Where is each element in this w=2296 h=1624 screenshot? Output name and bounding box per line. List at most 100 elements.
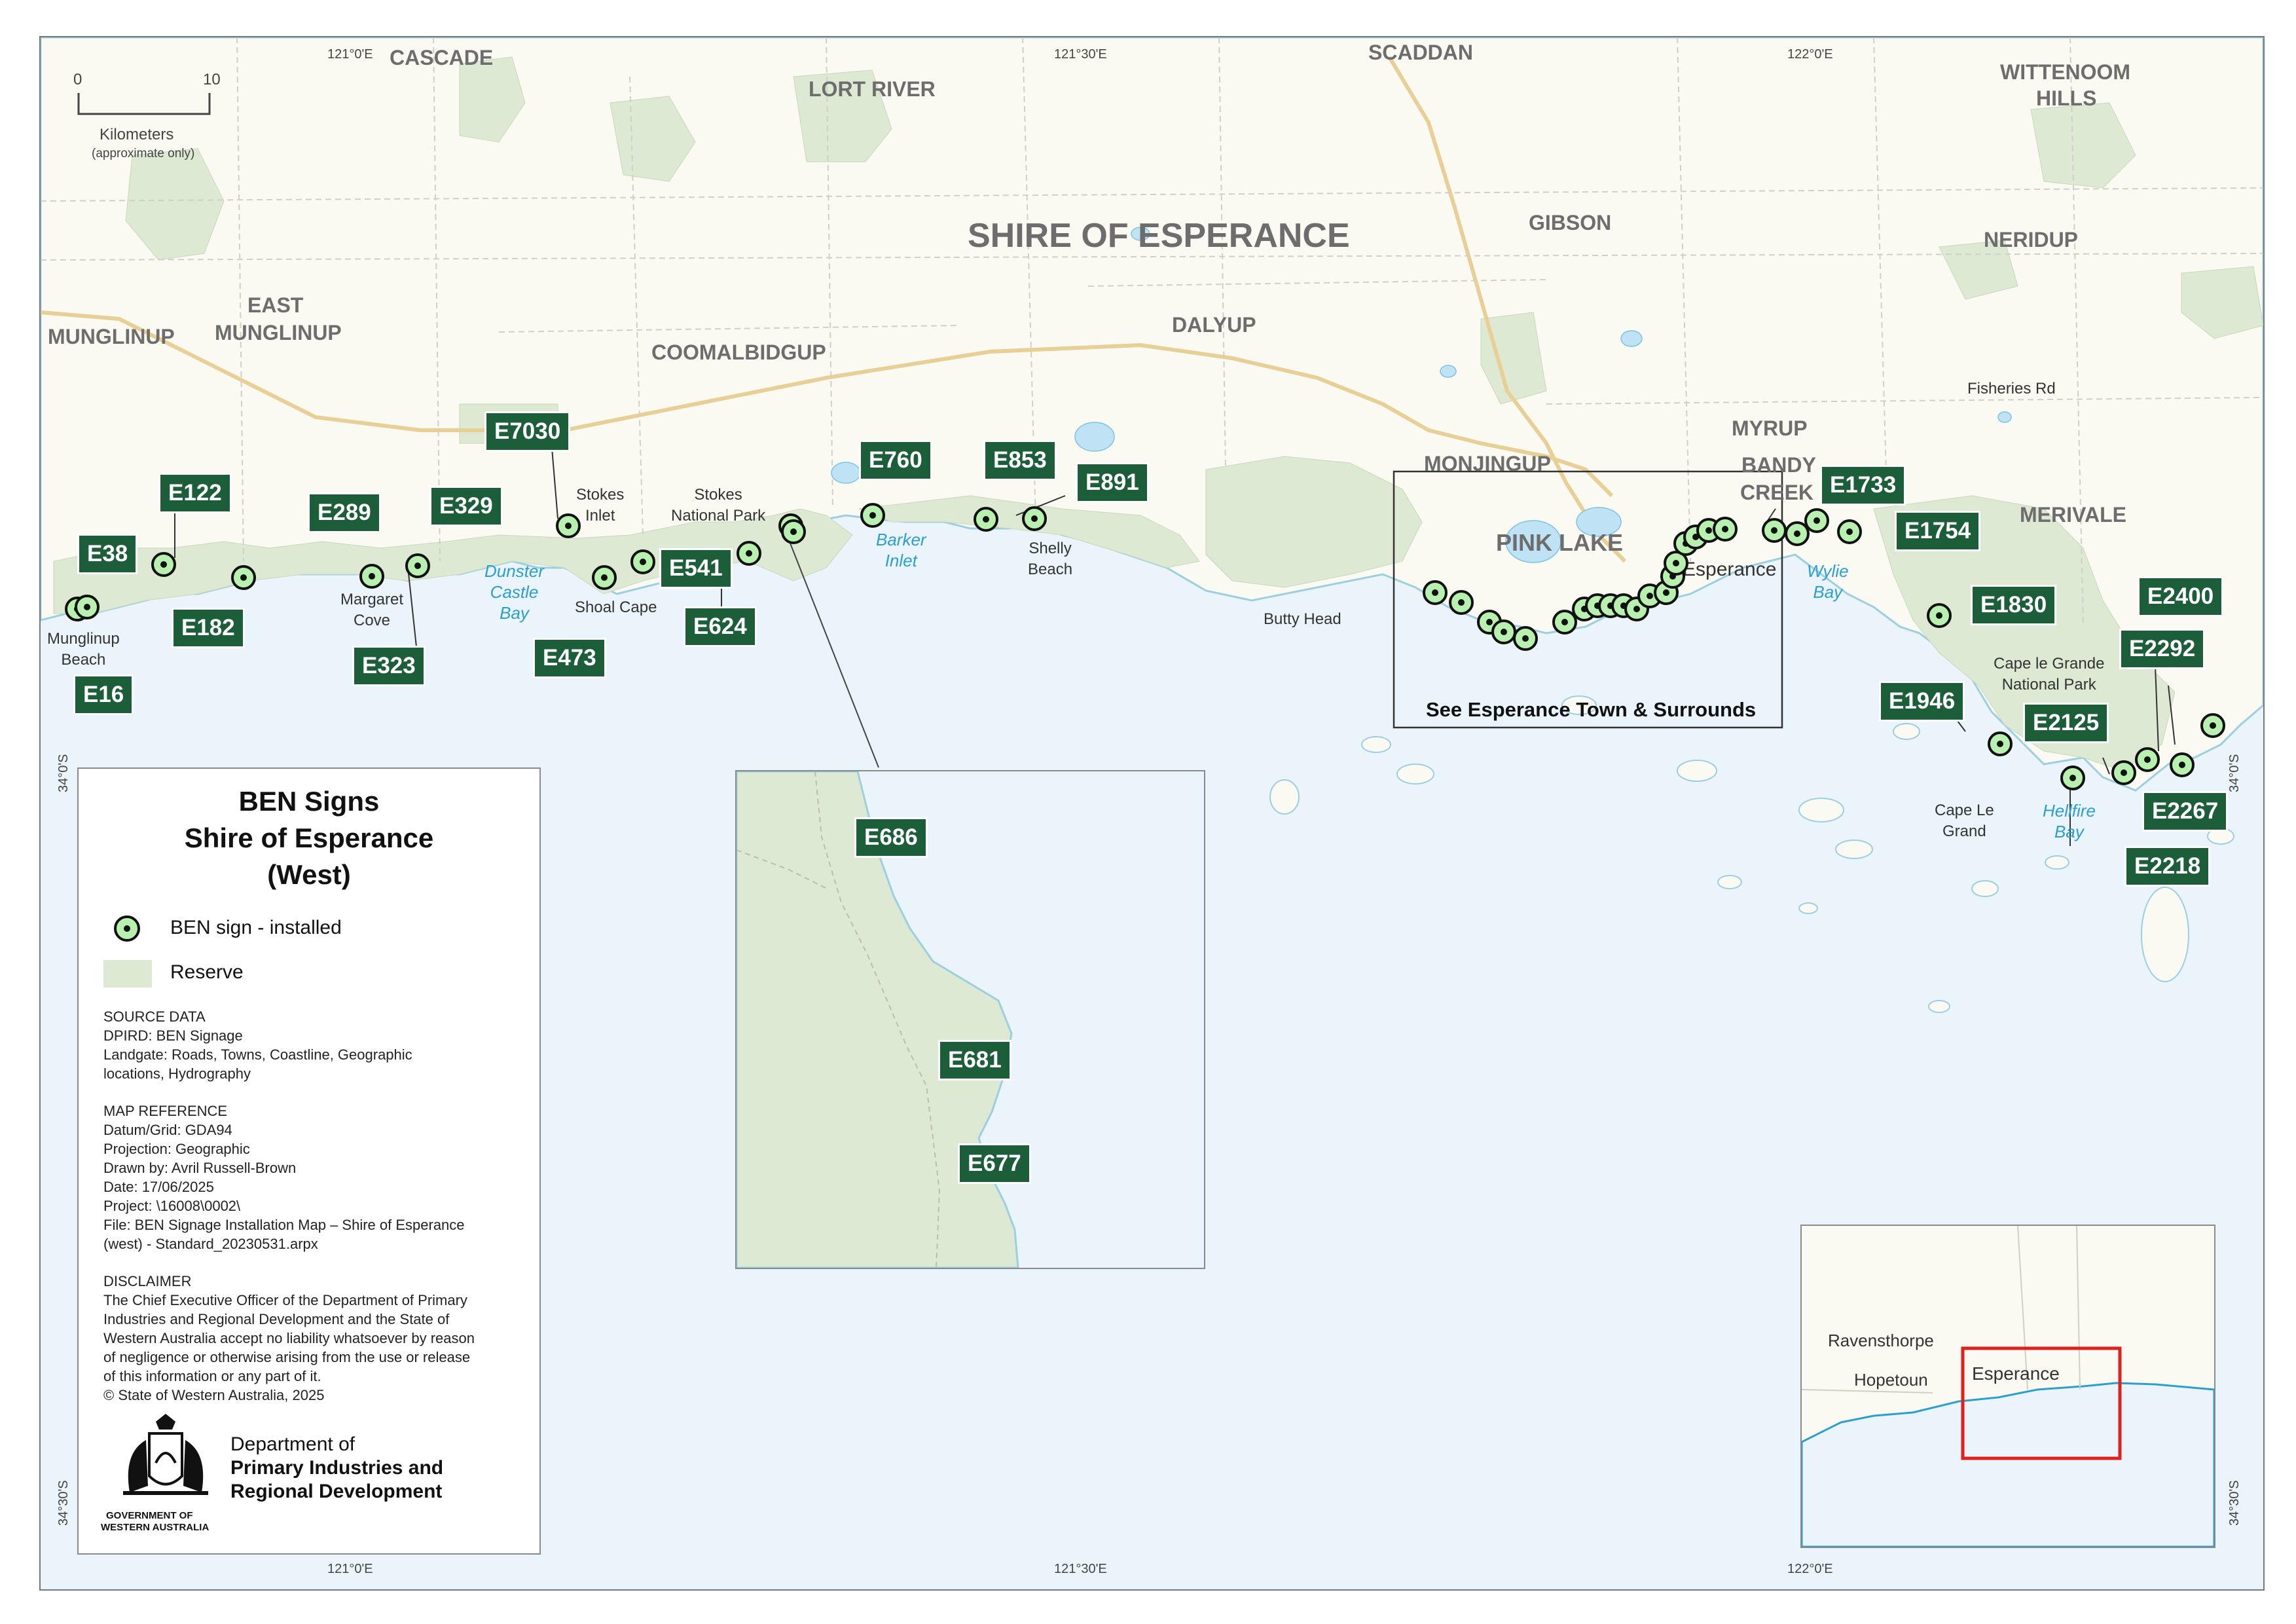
sign-marker-dot	[1846, 528, 1853, 535]
sign-marker-dot	[2210, 722, 2216, 729]
sign-marker-dot	[1486, 619, 1493, 625]
sign-label-e624[interactable]: E624	[683, 606, 757, 647]
sign-marker-dot	[414, 563, 421, 569]
sign-marker-dot	[369, 573, 375, 580]
sign-label-e323[interactable]: E323	[352, 646, 426, 686]
source-line-2: Landgate: Roads, Towns, Coastline, Geogr…	[103, 1046, 412, 1063]
dept-name-2: Primary Industries and	[230, 1457, 444, 1479]
crest-text-2: WESTERN AUSTRALIA	[101, 1522, 210, 1533]
sign-label-e329[interactable]: E329	[429, 486, 503, 526]
ben-sign-marker[interactable]	[2170, 752, 2195, 777]
ben-sign-marker[interactable]	[1927, 603, 1952, 628]
ben-sign-marker[interactable]	[359, 564, 384, 589]
mapref-line-3: Drawn by: Avril Russell-Brown	[103, 1160, 297, 1176]
sign-label-e1754[interactable]: E1754	[1895, 511, 1981, 551]
sign-label-e681[interactable]: E681	[938, 1040, 1011, 1080]
ben-sign-marker[interactable]	[1804, 508, 1829, 533]
sign-marker-dot	[2069, 775, 2076, 781]
ben-sign-marker[interactable]	[556, 513, 581, 538]
disclaimer-heading: DISCLAIMER	[103, 1273, 192, 1289]
ben-sign-marker[interactable]	[1552, 610, 1577, 635]
ben-sign-marker[interactable]	[737, 541, 761, 566]
sign-label-e473[interactable]: E473	[533, 638, 606, 678]
sign-label-e7030[interactable]: E7030	[484, 411, 571, 452]
ben-sign-marker[interactable]	[1762, 518, 1787, 543]
sign-label-e38[interactable]: E38	[77, 534, 138, 574]
legend-title-3: (West)	[267, 859, 351, 890]
disclaimer-line-4: of negligence or otherwise arising from …	[103, 1349, 471, 1365]
ben-sign-marker[interactable]	[592, 565, 617, 590]
detail-inset: E686 E681 E677	[735, 770, 1205, 1269]
sign-label-e686[interactable]: E686	[854, 817, 928, 858]
mapref-line-6: File: BEN Signage Installation Map – Shi…	[103, 1217, 465, 1233]
map-page: 121°0'E 121°30'E 122°0'E 121°0'E 121°30'…	[0, 0, 2296, 1624]
sign-label-e2267[interactable]: E2267	[2142, 791, 2229, 832]
legend-source: SOURCE DATA DPIRD: BEN Signage Landgate:…	[103, 1007, 412, 1083]
sign-marker-dot	[1771, 527, 1777, 534]
ben-sign-marker[interactable]	[1713, 517, 1738, 542]
sign-marker-dot	[869, 512, 876, 519]
sign-marker-dot	[84, 604, 90, 610]
ben-sign-marker[interactable]	[405, 553, 430, 578]
detail-inset-map	[737, 771, 1019, 1268]
sign-label-e1733[interactable]: E1733	[1820, 465, 1906, 506]
legend-sign-icon	[114, 915, 140, 942]
ben-sign-marker[interactable]	[974, 507, 998, 532]
legend-reserve-swatch	[103, 960, 152, 987]
sign-label-e2292[interactable]: E2292	[2119, 629, 2206, 669]
ben-sign-marker[interactable]	[1022, 506, 1047, 531]
sign-marker-dot	[790, 528, 797, 535]
mapref-line-7: (west) - Standard_20230531.arpx	[103, 1236, 318, 1252]
sign-marker-dot	[1997, 741, 2003, 747]
sign-marker-dot	[2144, 756, 2151, 763]
sign-marker-dot	[240, 574, 247, 581]
sign-label-e853[interactable]: E853	[983, 440, 1057, 481]
ben-sign-marker[interactable]	[2060, 766, 2085, 790]
ben-sign-marker[interactable]	[630, 549, 655, 574]
ben-sign-marker[interactable]	[860, 503, 885, 528]
ben-sign-marker[interactable]	[1513, 626, 1538, 651]
locator-ravensthorpe: Ravensthorpe	[1828, 1331, 1934, 1350]
mapref-heading: MAP REFERENCE	[103, 1103, 228, 1119]
ben-sign-marker[interactable]	[1491, 619, 1516, 644]
sign-marker-dot	[1647, 593, 1653, 599]
ben-sign-marker[interactable]	[1837, 519, 1862, 544]
sign-label-e289[interactable]: E289	[308, 492, 381, 533]
legend-reserve-label: Reserve	[170, 961, 244, 983]
sign-label-e541[interactable]: E541	[659, 548, 733, 589]
source-line-3: locations, Hydrography	[103, 1065, 251, 1082]
disclaimer-line-1: The Chief Executive Officer of the Depar…	[103, 1292, 467, 1308]
locator-map: Ravensthorpe Hopetoun Esperance	[1800, 1225, 2215, 1548]
sign-marker-dot	[601, 574, 608, 581]
sign-marker-dot	[640, 559, 646, 565]
ben-sign-marker[interactable]	[781, 519, 806, 544]
sign-label-e16[interactable]: E16	[73, 674, 134, 715]
ben-sign-marker[interactable]	[2135, 747, 2160, 772]
sign-label-e677[interactable]: E677	[958, 1143, 1031, 1184]
sign-label-e1830[interactable]: E1830	[1971, 585, 2057, 625]
sign-label-e122[interactable]: E122	[158, 473, 232, 513]
esperance-inset-title[interactable]: See Esperance Town & Surrounds	[1426, 698, 1756, 722]
ben-sign-marker[interactable]	[231, 565, 256, 590]
sign-label-e1946[interactable]: E1946	[1879, 681, 1965, 722]
mapref-line-5: Project: \16008\0002\	[103, 1198, 241, 1214]
sign-label-e2400[interactable]: E2400	[2138, 576, 2224, 617]
ben-sign-marker[interactable]	[2111, 760, 2136, 785]
ben-sign-marker[interactable]	[1785, 521, 1810, 546]
ben-sign-marker[interactable]	[2200, 713, 2225, 738]
ben-sign-marker[interactable]	[151, 552, 176, 577]
ben-sign-marker[interactable]	[1988, 731, 2013, 756]
sign-label-e2125[interactable]: E2125	[2023, 703, 2109, 743]
disclaimer-line-5: of this information or any part of it.	[103, 1368, 321, 1384]
legend-title-1: BEN Signs	[238, 786, 380, 817]
sign-marker-dot	[2179, 762, 2185, 768]
sign-label-e760[interactable]: E760	[859, 440, 932, 481]
sign-label-e891[interactable]: E891	[1076, 462, 1149, 503]
dept-name-1: Department of	[230, 1433, 355, 1455]
ben-sign-marker[interactable]	[75, 595, 100, 619]
ben-sign-marker[interactable]	[1423, 580, 1448, 605]
mapref-line-4: Date: 17/06/2025	[103, 1179, 214, 1195]
sign-label-e2218[interactable]: E2218	[2124, 846, 2211, 887]
sign-label-e182[interactable]: E182	[172, 608, 245, 648]
ben-sign-marker[interactable]	[1449, 590, 1474, 615]
